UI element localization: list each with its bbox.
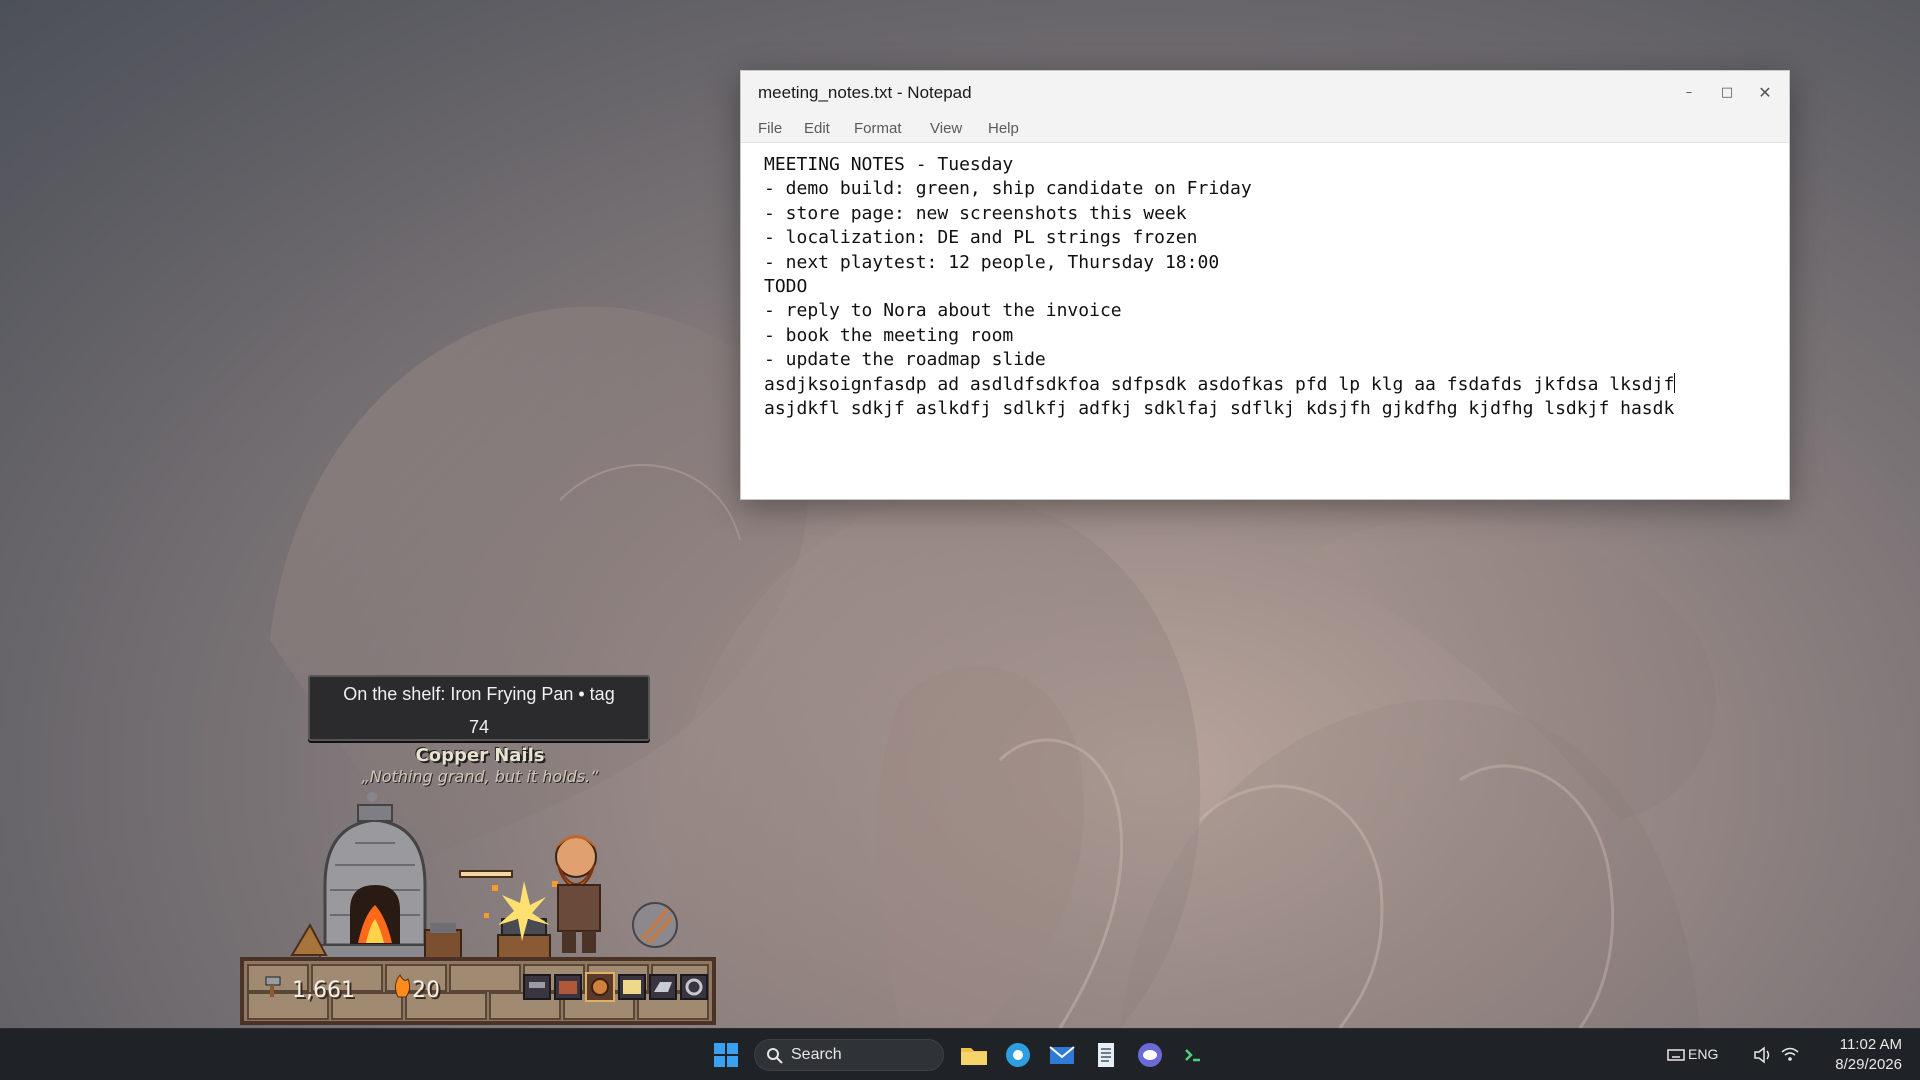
text-line: - reply to Nora about the invoice xyxy=(764,300,1122,322)
taskbar-search[interactable]: Search xyxy=(754,1039,944,1071)
text-line: - localization: DE and PL strings frozen xyxy=(764,227,1198,249)
text-line: - book the meeting room xyxy=(764,324,1014,346)
text-line: asdjksoignfasdp ad asdldfsdkfoa sdfpsdk … xyxy=(764,373,1675,395)
desktop: meeting_notes.txt - Notepad – □ ✕ File E… xyxy=(0,0,1920,1028)
text-line: - demo build: green, ship candidate on F… xyxy=(764,178,1252,200)
notepad-icon[interactable] xyxy=(1090,1039,1122,1071)
window-title: meeting_notes.txt - Notepad xyxy=(758,83,972,102)
menu-view[interactable]: View xyxy=(930,120,962,137)
tooltip-line: 74 xyxy=(468,717,490,737)
menu-bar: File Edit Format View Help xyxy=(741,113,1789,143)
menu-format[interactable]: Format xyxy=(854,120,902,137)
language-indicator[interactable]: ENG xyxy=(1688,1046,1718,1062)
text-line: TODO xyxy=(764,276,808,298)
text-line: - update the roadmap slide xyxy=(764,349,1046,371)
volume-icon[interactable] xyxy=(1752,1046,1772,1064)
shop-motto: „Nothing grand, but it holds.“ xyxy=(361,767,599,786)
maximize-button[interactable]: □ xyxy=(1709,75,1745,109)
keyboard-icon[interactable] xyxy=(1667,1047,1685,1063)
text-line: - next playtest: 12 people, Thursday 18:… xyxy=(764,251,1220,273)
shop-game-widget[interactable]: On the shelf: Iron Frying Pan • tag 74 C… xyxy=(240,675,720,1025)
close-button[interactable]: ✕ xyxy=(1747,75,1783,109)
text-editor[interactable]: MEETING NOTES - Tuesday - demo build: gre… xyxy=(764,153,1774,491)
notepad-titlebar[interactable]: meeting_notes.txt - Notepad – □ ✕ xyxy=(741,71,1789,113)
text-line: asjdkfl sdkjf aslkdfj sdlkfj adfkj sdklf… xyxy=(764,398,1675,420)
ingot-icon[interactable] xyxy=(649,974,677,1000)
shop-name: Copper Nails xyxy=(415,745,545,766)
start-icon[interactable] xyxy=(710,1039,742,1071)
anvil-icon[interactable] xyxy=(523,974,551,1000)
browser-icon[interactable] xyxy=(1002,1039,1034,1071)
menu-help[interactable]: Help xyxy=(988,120,1019,137)
search-icon xyxy=(767,1048,783,1064)
text-line: - store page: new screenshots this week xyxy=(764,202,1187,224)
terminal-icon[interactable] xyxy=(1178,1039,1210,1071)
shelf-tooltip: On the shelf: Iron Frying Pan • tag 74 xyxy=(308,675,650,741)
fame-counter: 20 xyxy=(412,978,440,1003)
clock-time[interactable]: 11:02 AM xyxy=(1782,1036,1902,1053)
menu-edit[interactable]: Edit xyxy=(804,120,830,137)
tooltip-line: On the shelf: Iron Frying Pan • tag xyxy=(343,684,615,704)
chest-icon[interactable] xyxy=(554,974,582,1000)
minimize-button[interactable]: – xyxy=(1671,75,1707,109)
chat-icon[interactable] xyxy=(1134,1039,1166,1071)
gear-icon[interactable] xyxy=(680,974,708,1000)
text-caret xyxy=(1674,372,1676,393)
text-line-with-caret: asdjksoignfasdp ad asdldfsdkfoa sdfpsdk … xyxy=(764,372,1774,397)
coins-counter: 1,661 xyxy=(292,978,355,1003)
notepad-window[interactable]: meeting_notes.txt - Notepad – □ ✕ File E… xyxy=(740,70,1790,500)
file-explorer-icon[interactable] xyxy=(958,1039,990,1071)
target-icon[interactable] xyxy=(585,972,615,1002)
book-icon[interactable] xyxy=(618,974,646,1000)
mail-icon[interactable] xyxy=(1046,1039,1078,1071)
taskbar: Search ENG 11:02 AM 8/29/2026 xyxy=(0,1028,1920,1080)
menu-file[interactable]: File xyxy=(758,120,782,137)
clock-date[interactable]: 8/29/2026 xyxy=(1782,1056,1902,1073)
search-label: Search xyxy=(791,1046,842,1063)
text-line: MEETING NOTES - Tuesday xyxy=(764,154,1014,175)
